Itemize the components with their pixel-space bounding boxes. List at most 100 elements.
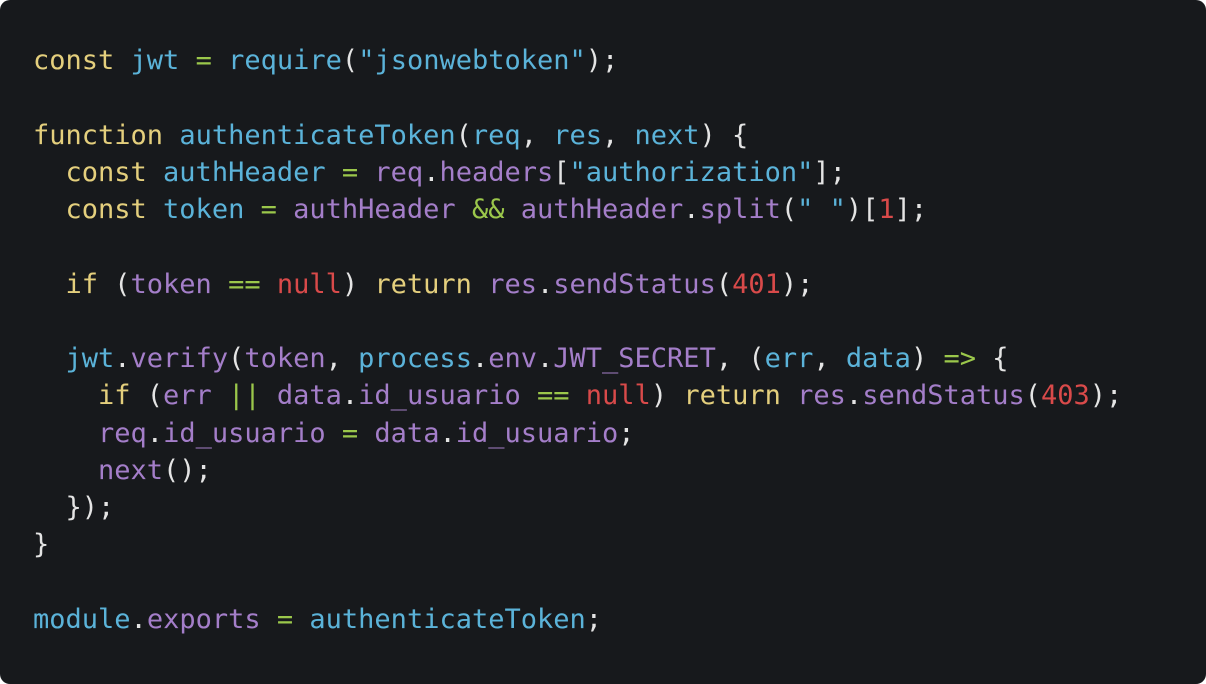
code-token-member: id_usuario: [163, 417, 326, 449]
code-token-punctuation: });: [65, 492, 115, 523]
code-token-punctuation: (: [228, 343, 245, 374]
code-token-punctuation: (: [98, 268, 131, 300]
code-token-punctuation: .: [439, 417, 456, 449]
code-token-punctuation: [261, 380, 277, 411]
code-token-operator: &&: [471, 194, 505, 225]
code-token-punctuation: ();: [163, 454, 212, 486]
code-token-identifier: authenticateToken: [309, 603, 586, 635]
code-token-punctuation: [293, 604, 309, 635]
code-token-keyword: const: [33, 45, 115, 76]
code-token-member: req: [98, 417, 147, 449]
code-token-punctuation: ;: [618, 417, 635, 449]
code-token-punctuation: [521, 380, 537, 411]
code-token-number: 403: [1041, 380, 1090, 412]
code-token-punctuation: [212, 380, 228, 411]
code-line: jwt.verify(token, process.env.JWT_SECRET…: [33, 340, 1122, 377]
code-token-punctuation: (: [130, 380, 164, 412]
code-token-punctuation: ): [341, 268, 375, 300]
code-token-identifier: jwt: [65, 343, 115, 374]
code-token-member: JWT_SECRET: [553, 343, 716, 374]
code-token-punctuation: [570, 380, 586, 411]
code-token-keyword: const: [65, 194, 147, 225]
code-token-punctuation: .: [537, 343, 554, 374]
code-token-punctuation: [261, 604, 277, 635]
code-token-punctuation: .: [683, 194, 700, 225]
code-token-punctuation: ) {: [699, 119, 749, 151]
code-token-member: id_usuario: [455, 417, 619, 449]
code-token-punctuation: .: [146, 417, 164, 449]
code-token-operator: =: [195, 45, 212, 76]
code-token-identifier: res: [553, 119, 602, 151]
code-token-punctuation: {: [975, 343, 1009, 374]
code-token-punctuation: }: [33, 529, 50, 561]
code-token-member: authHeader: [520, 194, 684, 225]
code-token-member: data: [276, 380, 342, 412]
code-token-punctuation: [456, 194, 472, 225]
code-token-keyword: function: [33, 119, 164, 151]
code-token-punctuation: [212, 269, 228, 300]
code-token-string: "authorization": [569, 156, 814, 188]
code-line: const authHeader = req.headers["authoriz…: [33, 154, 1122, 191]
code-token-punctuation: ): [650, 380, 684, 412]
code-token-keyword: return: [683, 380, 781, 412]
code-token-punctuation: ;: [585, 603, 603, 635]
code-token-punctuation: [163, 120, 179, 151]
code-token-punctuation: (: [1024, 380, 1042, 412]
code-token-punctuation: [504, 194, 520, 225]
code-token-member: exports: [146, 603, 261, 635]
code-token-operator: =: [341, 156, 359, 188]
code-token-operator: ==: [537, 380, 570, 412]
code-token-identifier: module: [33, 603, 131, 635]
code-token-member: next: [98, 454, 164, 486]
code-token-identifier: req: [471, 119, 521, 151]
code-token-punctuation: ];: [894, 194, 928, 225]
code-token-punctuation: [212, 45, 228, 76]
code-block[interactable]: const jwt = require("jsonwebtoken"); func…: [33, 42, 1122, 638]
code-token-punctuation: [244, 194, 260, 225]
code-token-member: env: [488, 343, 537, 374]
code-token-punctuation: ,: [813, 343, 846, 374]
code-token-punctuation: ];: [813, 156, 846, 188]
code-token-keyword: return: [374, 268, 472, 300]
code-token-punctuation: ,: [520, 119, 554, 151]
code-token-punctuation: (: [715, 268, 733, 300]
code-token-operator: ==: [228, 268, 261, 300]
code-line: const token = authHeader && authHeader.s…: [33, 191, 1122, 228]
code-token-punctuation: [147, 194, 163, 225]
code-token-operator: =: [341, 417, 359, 449]
code-token-punctuation: .: [130, 603, 147, 635]
code-token-number: 401: [732, 268, 781, 300]
code-line: next();: [33, 452, 1122, 489]
code-token-identifier: process: [358, 343, 472, 374]
code-token-member: token: [244, 343, 326, 374]
code-token-punctuation: );: [585, 45, 619, 76]
code-line: if (err || data.id_usuario == null) retu…: [33, 377, 1122, 414]
code-token-punctuation: )[: [845, 194, 879, 225]
code-token-member: req: [374, 156, 424, 188]
code-line: function authenticateToken(req, res, nex…: [33, 117, 1122, 154]
code-token-identifier: next: [634, 119, 700, 151]
code-token-member: split: [699, 194, 781, 225]
code-token-punctuation: [147, 157, 163, 188]
code-token-punctuation: (: [455, 119, 472, 151]
code-token-punctuation: .: [471, 343, 489, 374]
code-token-member: id_usuario: [358, 380, 521, 412]
code-token-punctuation: ): [910, 343, 944, 374]
code-token-operator: ||: [228, 380, 261, 412]
code-token-punctuation: [179, 45, 195, 76]
code-token-punctuation: .: [114, 343, 131, 374]
code-token-keyword: if: [65, 268, 99, 300]
code-token-punctuation: (: [341, 45, 359, 76]
code-line: });: [33, 489, 1122, 526]
code-token-number: null: [585, 380, 651, 412]
code-token-number: null: [276, 268, 342, 300]
code-editor: const jwt = require("jsonwebtoken"); func…: [0, 0, 1206, 684]
code-line: if (token == null) return res.sendStatus…: [33, 266, 1122, 303]
code-token-member: authHeader: [293, 194, 456, 225]
code-token-member: sendStatus: [862, 380, 1025, 412]
code-token-member: res: [488, 268, 537, 300]
code-token-punctuation: [326, 157, 342, 188]
